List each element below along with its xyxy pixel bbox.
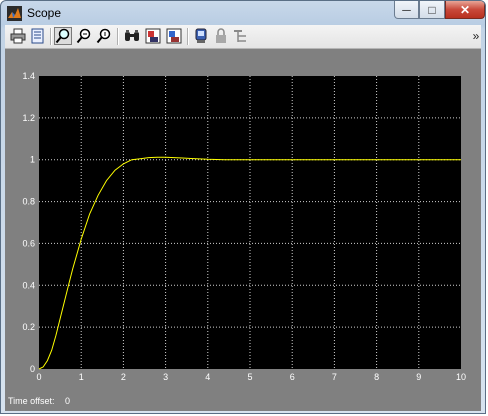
status-bar: Time offset: 0 — [5, 391, 481, 411]
x-tick-label: 4 — [205, 372, 210, 382]
signal-selection-button[interactable] — [232, 27, 250, 45]
toolbar: » — [5, 25, 481, 49]
signal-selection-icon — [234, 30, 246, 42]
floating-scope-button[interactable] — [192, 27, 210, 45]
parameters-button[interactable] — [29, 27, 47, 45]
x-tick-label: 1 — [79, 372, 84, 382]
scope-display: 0 1 2 3 4 5 6 7 8 9 10 0 0.2 0.4 0.6 0.8 1 1.2 1.4 — [5, 49, 481, 391]
scope-window: Scope ─ □ ✕ » 0 1 2 3 4 5 6 7 8 9 10 0 0… — [0, 0, 486, 414]
y-tick-label: 0.4 — [22, 280, 35, 290]
x-tick-label: 2 — [121, 372, 126, 382]
maximize-button[interactable]: □ — [419, 1, 445, 19]
y-tick-label: 0.8 — [22, 197, 35, 207]
window-title: Scope — [27, 6, 62, 20]
zoom-button[interactable] — [54, 27, 72, 45]
toolbar-overflow-icon[interactable]: » — [467, 27, 485, 45]
y-tick-label: 1.2 — [22, 113, 35, 123]
lock-axes-button[interactable] — [212, 27, 230, 45]
save-axes-settings-icon — [145, 28, 161, 44]
matlab-icon — [7, 6, 22, 21]
y-tick-label: 0.6 — [22, 238, 35, 248]
zoom-icon — [55, 28, 70, 44]
scope-chart[interactable]: 0 1 2 3 4 5 6 7 8 9 10 0 0.2 0.4 0.6 0.8 1 1.2 1.4 — [5, 49, 481, 391]
minimize-button[interactable]: ─ — [394, 1, 419, 19]
restore-axes-settings-icon — [166, 28, 182, 44]
title-bar[interactable]: Scope ─ □ ✕ — [1, 1, 485, 25]
x-tick-label: 3 — [163, 372, 168, 382]
time-offset-value: 0 — [65, 396, 71, 406]
lock-axes-icon — [216, 28, 226, 43]
close-button[interactable]: ✕ — [445, 1, 485, 19]
parameters-icon — [31, 28, 44, 44]
x-tick-label: 6 — [290, 372, 295, 382]
floating-scope-icon — [195, 28, 207, 43]
autoscale-icon — [125, 30, 139, 41]
autoscale-button[interactable] — [123, 27, 141, 45]
y-tick-label: 0.2 — [22, 322, 35, 332]
restore-axes-settings-button[interactable] — [165, 27, 183, 45]
zoom-y-icon — [96, 28, 111, 44]
x-tick-label: 5 — [247, 372, 252, 382]
x-tick-label: 9 — [416, 372, 421, 382]
x-tick-label: 8 — [374, 372, 379, 382]
print-icon — [10, 28, 26, 44]
y-tick-label: 1.4 — [22, 71, 35, 81]
zoom-x-icon — [76, 28, 91, 44]
x-tick-label: 10 — [456, 372, 466, 382]
x-tick-label: 0 — [36, 372, 41, 382]
zoom-x-button[interactable] — [75, 27, 93, 45]
save-axes-settings-button[interactable] — [144, 27, 162, 45]
x-tick-label: 7 — [332, 372, 337, 382]
zoom-y-button[interactable] — [95, 27, 113, 45]
time-offset-label: Time offset: — [8, 396, 55, 406]
y-tick-label: 1 — [30, 155, 35, 165]
print-button[interactable] — [9, 27, 27, 45]
y-tick-label: 0 — [30, 364, 35, 374]
